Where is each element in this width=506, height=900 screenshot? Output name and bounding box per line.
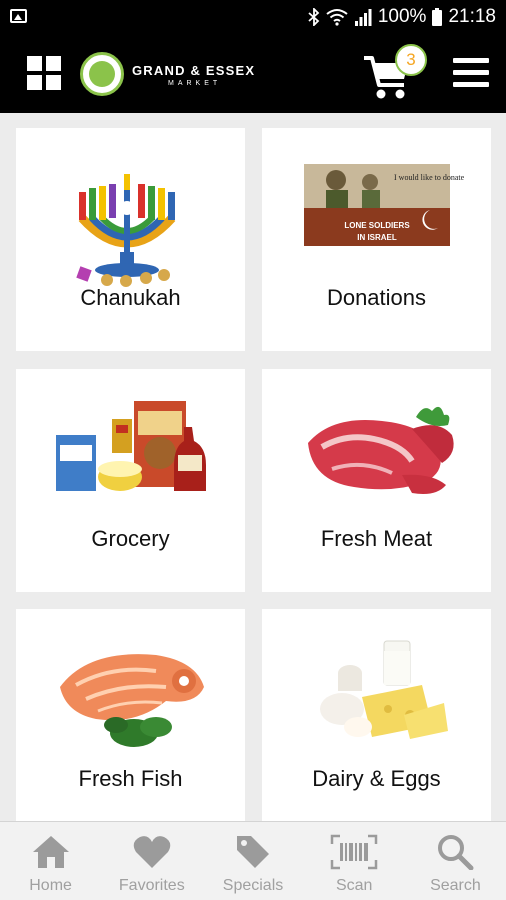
brand-name: GRAND & ESSEX <box>132 63 256 78</box>
cart-button[interactable]: 3 <box>362 44 434 100</box>
cart-count-badge: 3 <box>395 44 427 76</box>
hamburger-menu-button[interactable] <box>453 58 489 88</box>
category-grid-button[interactable] <box>27 56 61 90</box>
category-tile-chanukah[interactable]: Chanukah <box>16 128 245 351</box>
hamburger-icon <box>453 58 489 63</box>
category-label: Fresh Fish <box>78 766 183 791</box>
grid-icon <box>27 56 42 71</box>
category-label: Dairy & Eggs <box>312 766 441 791</box>
banner-tagline: I would like to donate <box>394 173 465 182</box>
category-tile-donations[interactable]: I would like to donate LONE SOLDIERS IN … <box>262 128 491 351</box>
category-tile-fresh-fish[interactable]: Fresh Fish <box>16 609 245 821</box>
banner-line-1: LONE SOLDIERS <box>344 221 410 230</box>
nav-label-specials: Specials <box>222 877 284 894</box>
battery-percent: 100% <box>377 6 427 27</box>
search-icon <box>438 835 474 870</box>
raw-meat-image <box>308 406 454 494</box>
category-label: Chanukah <box>80 285 181 310</box>
dairy-products-image <box>320 640 448 739</box>
brand-subtitle: MARKET <box>168 80 222 87</box>
nav-label-scan: Scan <box>335 877 373 894</box>
category-label: Grocery <box>91 526 170 551</box>
category-label: Donations <box>326 285 427 310</box>
lone-soldiers-banner-image: I would like to donate LONE SOLDIERS IN … <box>304 164 465 246</box>
app-header: GRAND & ESSEX MARKET 3 <box>0 34 506 113</box>
clock: 21:18 <box>448 6 496 27</box>
tag-icon <box>237 836 269 868</box>
nav-label-home: Home <box>29 877 72 894</box>
store-logo[interactable]: GRAND & ESSEX MARKET <box>80 49 280 99</box>
category-grid: Chanukah I would like to donate LONE SOL… <box>0 113 506 821</box>
gallery-notification-icon <box>10 9 27 23</box>
banner-line-2: IN ISRAEL <box>357 233 397 242</box>
status-bar: 100% 21:18 <box>0 0 506 34</box>
heart-icon <box>133 836 171 868</box>
bottom-navigation: Home Favorites Specials Scan Search <box>0 821 506 900</box>
nav-specials[interactable]: Specials <box>202 822 303 900</box>
nav-favorites[interactable]: Favorites <box>101 822 202 900</box>
nav-search[interactable]: Search <box>405 822 506 900</box>
signal-icon <box>354 9 372 26</box>
bluetooth-icon <box>308 8 320 26</box>
home-icon <box>32 836 69 868</box>
category-label: Fresh Meat <box>320 526 433 551</box>
nav-scan[interactable]: Scan <box>304 822 405 900</box>
category-tile-dairy-eggs[interactable]: Dairy & Eggs <box>262 609 491 821</box>
category-tile-fresh-meat[interactable]: Fresh Meat <box>262 369 491 592</box>
battery-icon <box>432 8 443 26</box>
nav-label-favorites: Favorites <box>118 877 185 894</box>
logo-emblem-icon <box>80 52 124 96</box>
barcode-icon <box>330 834 378 870</box>
salmon-image <box>60 654 204 747</box>
wifi-icon <box>326 9 348 26</box>
menorah-image <box>76 174 176 287</box>
nav-label-search: Search <box>430 877 481 894</box>
grocery-products-image <box>56 401 206 491</box>
category-tile-grocery[interactable]: Grocery <box>16 369 245 592</box>
nav-home[interactable]: Home <box>0 822 101 900</box>
